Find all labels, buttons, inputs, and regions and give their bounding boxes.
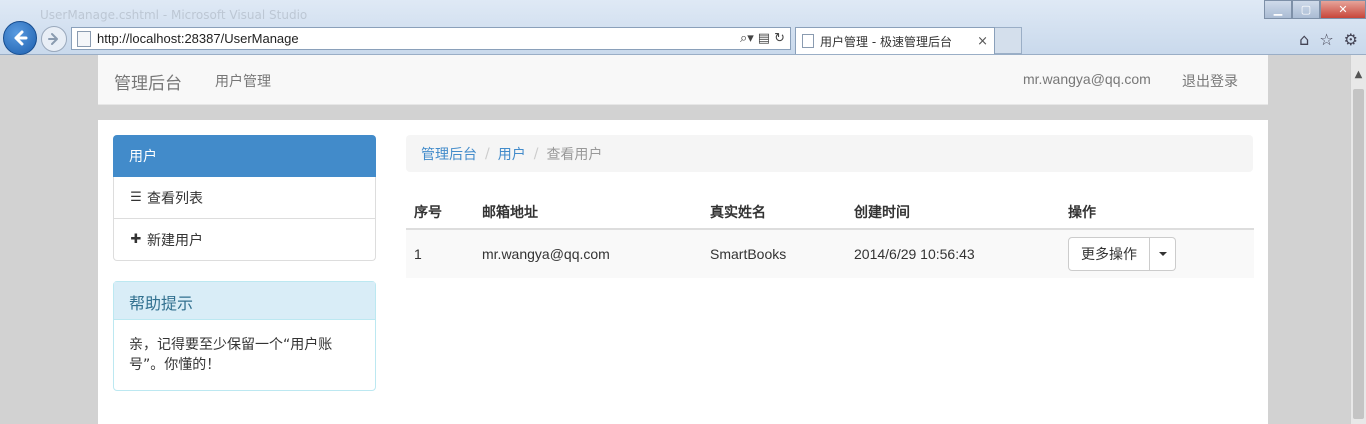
cell-created: 2014/6/29 10:56:43 bbox=[846, 228, 1060, 278]
sidebar-menu: 用户 ☰ 查看列表 ✚ 新建用户 bbox=[113, 135, 376, 261]
compat-view-icon[interactable]: ▤ bbox=[758, 31, 770, 46]
address-bar[interactable]: http://localhost:28387/UserManage ⌕▾ ▤ ↻ bbox=[71, 27, 791, 50]
help-panel-body: 亲，记得要至少保留一个“用户账号”。你懂的！ bbox=[129, 337, 333, 373]
refresh-icon[interactable]: ↻ bbox=[774, 31, 785, 46]
gear-icon[interactable]: ⚙ bbox=[1344, 30, 1358, 49]
breadcrumb-separator: / bbox=[485, 145, 490, 162]
back-arrow-icon bbox=[14, 30, 28, 46]
sidebar-header-users[interactable]: 用户 bbox=[113, 135, 376, 177]
close-tab-icon[interactable]: × bbox=[977, 34, 988, 49]
col-actions: 操作 bbox=[1060, 195, 1254, 230]
help-panel: 帮助提示 亲，记得要至少保留一个“用户账号”。你懂的！ bbox=[113, 281, 376, 391]
browser-toolbar-icons: ⌂ ☆ ⚙ bbox=[1299, 30, 1358, 49]
minimize-button[interactable]: ▁ bbox=[1264, 0, 1292, 19]
col-email: 邮箱地址 bbox=[474, 195, 702, 230]
new-tab-button[interactable] bbox=[995, 27, 1022, 54]
breadcrumb-users[interactable]: 用户 bbox=[498, 144, 526, 164]
col-index: 序号 bbox=[406, 195, 474, 230]
cell-name: SmartBooks bbox=[702, 228, 846, 278]
top-navbar: 管理后台 用户管理 mr.wangya@qq.com 退出登录 bbox=[98, 55, 1268, 105]
sidebar-item-view-list[interactable]: ☰ 查看列表 bbox=[113, 177, 376, 219]
breadcrumb-home[interactable]: 管理后台 bbox=[421, 144, 477, 164]
window-controls: ▁ ▢ ✕ bbox=[1264, 0, 1366, 19]
page-viewport: 管理后台 用户管理 mr.wangya@qq.com 退出登录 用户 ☰ 查看列… bbox=[0, 55, 1350, 424]
sidebar-item-label: 查看列表 bbox=[147, 190, 203, 207]
forward-arrow-icon bbox=[48, 33, 58, 45]
col-created: 创建时间 bbox=[846, 195, 1060, 230]
breadcrumb: 管理后台 / 用户 / 查看用户 bbox=[406, 135, 1253, 172]
window-title: UserManage.cshtml - Microsoft Visual Stu… bbox=[40, 8, 308, 22]
back-button[interactable] bbox=[3, 21, 37, 55]
nav-logout[interactable]: 退出登录 bbox=[1182, 71, 1238, 91]
main-container: 用户 ☰ 查看列表 ✚ 新建用户 帮助提示 亲，记得要至少保留一个“用户账号”。… bbox=[98, 120, 1268, 424]
vertical-scrollbar[interactable]: ▲ bbox=[1350, 55, 1366, 424]
browser-tab[interactable]: 用户管理 - 极速管理后台 × bbox=[795, 27, 995, 54]
search-icon[interactable]: ⌕▾ bbox=[740, 31, 754, 46]
close-window-button[interactable]: ✕ bbox=[1320, 0, 1366, 19]
more-actions-button[interactable]: 更多操作 bbox=[1068, 237, 1150, 271]
help-panel-title: 帮助提示 bbox=[114, 282, 375, 320]
tab-page-icon bbox=[802, 34, 814, 48]
home-icon[interactable]: ⌂ bbox=[1299, 30, 1309, 49]
breadcrumb-current: 查看用户 bbox=[546, 146, 603, 163]
nav-user-management[interactable]: 用户管理 bbox=[215, 71, 271, 91]
navbar-brand[interactable]: 管理后台 bbox=[114, 69, 182, 94]
forward-button[interactable] bbox=[41, 26, 67, 52]
table-header-row: 序号 邮箱地址 真实姓名 创建时间 操作 bbox=[406, 195, 1254, 230]
cell-email: mr.wangya@qq.com bbox=[474, 228, 702, 278]
plus-icon: ✚ bbox=[130, 232, 142, 247]
sidebar-item-label: 新建用户 bbox=[147, 232, 203, 249]
more-actions-group: 更多操作 bbox=[1068, 237, 1176, 271]
cell-index: 1 bbox=[406, 228, 474, 278]
star-icon[interactable]: ☆ bbox=[1319, 30, 1333, 49]
maximize-button[interactable]: ▢ bbox=[1292, 0, 1320, 19]
user-table: 序号 邮箱地址 真实姓名 创建时间 操作 1 mr.wangya@qq.com … bbox=[406, 195, 1254, 278]
browser-chrome: UserManage.cshtml - Microsoft Visual Stu… bbox=[0, 0, 1366, 55]
dropdown-toggle-button[interactable] bbox=[1150, 237, 1176, 271]
cell-actions: 更多操作 bbox=[1060, 228, 1254, 278]
scroll-up-icon[interactable]: ▲ bbox=[1351, 69, 1366, 80]
page-icon bbox=[77, 30, 91, 47]
tab-title: 用户管理 - 极速管理后台 bbox=[820, 34, 952, 49]
sidebar-item-new-user[interactable]: ✚ 新建用户 bbox=[113, 219, 376, 261]
sidebar-header-label: 用户 bbox=[129, 148, 157, 165]
chevron-down-icon bbox=[1158, 252, 1167, 256]
scrollbar-thumb[interactable] bbox=[1353, 89, 1364, 419]
col-name: 真实姓名 bbox=[702, 195, 846, 230]
breadcrumb-separator: / bbox=[533, 145, 539, 162]
url-text[interactable]: http://localhost:28387/UserManage bbox=[97, 31, 740, 46]
list-icon: ☰ bbox=[130, 190, 142, 205]
table-row: 1 mr.wangya@qq.com SmartBooks 2014/6/29 … bbox=[406, 228, 1254, 278]
nav-user-email[interactable]: mr.wangya@qq.com bbox=[1023, 71, 1151, 87]
